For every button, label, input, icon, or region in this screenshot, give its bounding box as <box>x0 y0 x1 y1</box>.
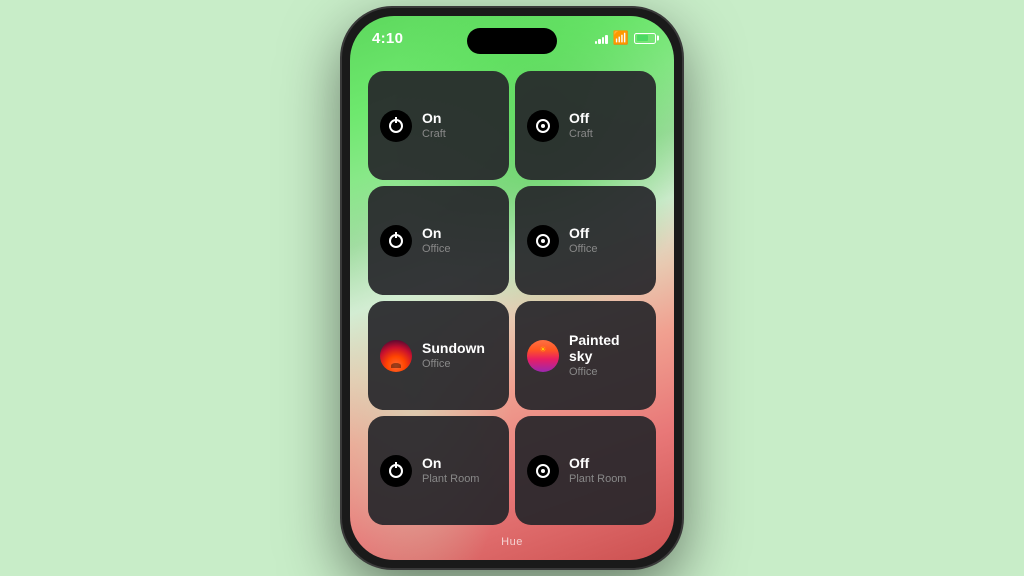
battery-icon <box>634 33 656 44</box>
off-craft-icon <box>527 110 559 142</box>
painted-sky-icon <box>527 340 559 372</box>
on-craft-text: On Craft <box>422 110 446 141</box>
on-plant-room-subtitle: Plant Room <box>422 472 479 486</box>
signal-icon <box>595 33 608 44</box>
on-craft-button[interactable]: On Craft <box>368 71 509 180</box>
off-plant-room-title: Off <box>569 455 626 472</box>
off-craft-title: Off <box>569 110 593 127</box>
on-office-button[interactable]: On Office <box>368 186 509 295</box>
widget-row-1: On Craft Off Craft <box>368 71 656 180</box>
status-icons: 📶 <box>595 30 656 46</box>
on-office-icon <box>380 225 412 257</box>
on-office-text: On Office <box>422 225 451 256</box>
off-office-subtitle: Office <box>569 242 598 256</box>
on-plant-room-icon <box>380 455 412 487</box>
painted-sky-office-button[interactable]: Painted sky Office <box>515 301 656 410</box>
off-office-text: Off Office <box>569 225 598 256</box>
on-office-title: On <box>422 225 451 242</box>
widget-row-4: On Plant Room Off Plant Room <box>368 416 656 525</box>
off-plant-room-subtitle: Plant Room <box>569 472 626 486</box>
off-craft-subtitle: Craft <box>569 127 593 141</box>
on-craft-subtitle: Craft <box>422 127 446 141</box>
widget-area: On Craft Off Craft <box>368 71 656 525</box>
sundown-subtitle: Office <box>422 357 485 371</box>
sundown-office-button[interactable]: Sundown Office <box>368 301 509 410</box>
on-craft-icon <box>380 110 412 142</box>
sundown-text: Sundown Office <box>422 340 485 371</box>
off-plant-room-text: Off Plant Room <box>569 455 626 486</box>
hue-label: Hue <box>350 536 674 548</box>
off-plant-room-button[interactable]: Off Plant Room <box>515 416 656 525</box>
on-office-subtitle: Office <box>422 242 451 256</box>
dynamic-island <box>467 28 557 54</box>
phone-outer: 4:10 📶 <box>342 8 682 568</box>
painted-sky-subtitle: Office <box>569 365 644 379</box>
off-office-button[interactable]: Off Office <box>515 186 656 295</box>
off-plant-room-icon <box>527 455 559 487</box>
painted-sky-text: Painted sky Office <box>569 332 644 380</box>
sundown-icon <box>380 340 412 372</box>
on-plant-room-text: On Plant Room <box>422 455 479 486</box>
phone-screen: 4:10 📶 <box>350 16 674 560</box>
off-craft-text: Off Craft <box>569 110 593 141</box>
off-office-title: Off <box>569 225 598 242</box>
status-time: 4:10 <box>372 30 403 47</box>
wifi-icon: 📶 <box>613 30 629 46</box>
widget-row-3: Sundown Office Painted sky Office <box>368 301 656 410</box>
sundown-title: Sundown <box>422 340 485 357</box>
off-office-icon <box>527 225 559 257</box>
painted-sky-title: Painted sky <box>569 332 644 366</box>
off-craft-button[interactable]: Off Craft <box>515 71 656 180</box>
widget-row-2: On Office Off Office <box>368 186 656 295</box>
on-craft-title: On <box>422 110 446 127</box>
on-plant-room-button[interactable]: On Plant Room <box>368 416 509 525</box>
on-plant-room-title: On <box>422 455 479 472</box>
